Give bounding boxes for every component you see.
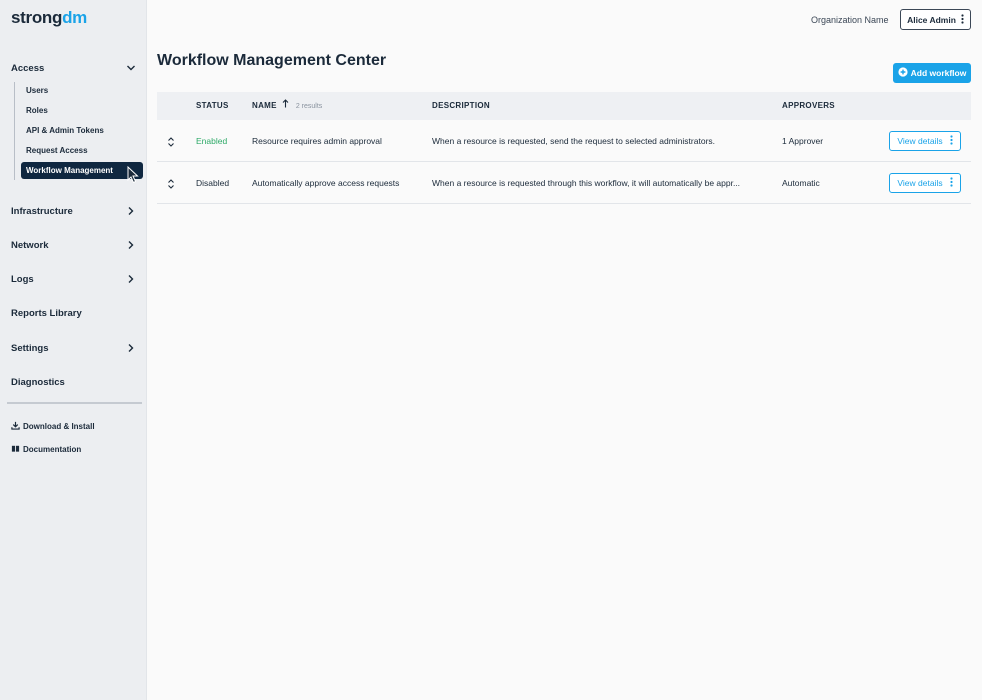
column-header-name[interactable]: NAME 2 results — [252, 92, 322, 120]
sidebar: strongdm Access Users Roles API & Admin … — [0, 0, 147, 700]
view-details-button[interactable]: View details — [889, 131, 961, 151]
nav-network[interactable]: Network — [11, 239, 137, 251]
result-count: 2 results — [295, 103, 323, 111]
download-install-link[interactable]: Download & Install — [11, 421, 95, 432]
table-header: STATUS NAME 2 results DESCRIPTION APPROV… — [157, 92, 971, 120]
nav-settings[interactable]: Settings — [11, 342, 137, 354]
kebab-menu-icon — [949, 177, 953, 189]
chevron-right-icon — [125, 239, 137, 251]
column-header-name-label: NAME — [252, 101, 277, 111]
subnav-item-workflow-management[interactable]: Workflow Management — [21, 162, 143, 179]
kebab-menu-icon — [949, 135, 953, 147]
column-header-status: STATUS — [196, 101, 229, 110]
add-workflow-label: Add workflow — [910, 68, 967, 78]
chevron-up-down-icon[interactable] — [167, 135, 177, 147]
name-cell: Automatically approve access requests — [252, 178, 400, 188]
documentation-label: Documentation — [23, 445, 82, 454]
nav-reports-library[interactable]: Reports Library — [11, 308, 137, 319]
chevron-up-down-icon[interactable] — [167, 177, 177, 189]
nav-infrastructure[interactable]: Infrastructure — [11, 205, 137, 217]
download-install-label: Download & Install — [23, 422, 95, 431]
plus-circle-icon — [898, 67, 908, 79]
book-icon — [11, 444, 20, 455]
documentation-link[interactable]: Documentation — [11, 444, 81, 455]
arrow-up-icon — [282, 92, 289, 120]
page-title: Workflow Management Center — [157, 52, 387, 69]
nav-network-label: Network — [11, 239, 49, 251]
nav-logs[interactable]: Logs — [11, 273, 137, 285]
nav-reports-library-label: Reports Library — [11, 308, 82, 319]
table-row: Enabled Resource requires admin approval… — [157, 120, 971, 162]
name-cell: Resource requires admin approval — [252, 136, 382, 146]
user-menu-label: Alice Admin — [907, 14, 956, 25]
description-cell: When a resource is requested, send the r… — [432, 136, 716, 146]
status-cell: Disabled — [196, 178, 230, 188]
access-subnav: Users Roles API & Admin Tokens Request A… — [14, 82, 143, 180]
chevron-right-icon — [125, 205, 137, 217]
mouse-pointer-icon — [127, 165, 139, 189]
nav-diagnostics-label: Diagnostics — [11, 377, 65, 388]
subnav-item-users[interactable]: Users — [21, 82, 143, 99]
description-cell: When a resource is requested through thi… — [432, 178, 741, 188]
nav-infrastructure-label: Infrastructure — [11, 205, 73, 217]
strongdm-logo[interactable]: strongdm — [11, 8, 87, 28]
column-header-description: DESCRIPTION — [432, 101, 490, 110]
sidebar-divider — [7, 402, 142, 404]
organization-name: Organization Name — [811, 15, 889, 25]
chevron-right-icon — [125, 273, 137, 285]
subnav-item-roles[interactable]: Roles — [21, 102, 143, 119]
approvers-cell: 1 Approver — [782, 136, 824, 146]
user-menu-button[interactable]: Alice Admin — [900, 9, 971, 30]
approvers-cell: Automatic — [782, 178, 820, 188]
kebab-menu-icon — [961, 13, 964, 26]
subnav-item-request-access[interactable]: Request Access — [21, 142, 143, 159]
table-row: Disabled Automatically approve access re… — [157, 162, 971, 204]
workflows-table: STATUS NAME 2 results DESCRIPTION APPROV… — [157, 92, 971, 204]
add-workflow-button[interactable]: Add workflow — [893, 63, 971, 83]
column-header-approvers: APPROVERS — [782, 101, 835, 110]
nav-settings-label: Settings — [11, 342, 49, 354]
view-details-button[interactable]: View details — [889, 173, 961, 193]
chevron-down-icon — [125, 62, 137, 74]
download-icon — [11, 421, 20, 432]
view-details-label: View details — [897, 178, 943, 188]
nav-access-label: Access — [11, 62, 45, 74]
chevron-right-icon — [125, 342, 137, 354]
nav-diagnostics[interactable]: Diagnostics — [11, 377, 137, 388]
status-cell: Enabled — [196, 136, 228, 146]
nav-logs-label: Logs — [11, 273, 34, 285]
subnav-item-api-admin-tokens[interactable]: API & Admin Tokens — [21, 122, 143, 139]
nav-access[interactable]: Access — [11, 62, 137, 74]
view-details-label: View details — [897, 136, 943, 146]
